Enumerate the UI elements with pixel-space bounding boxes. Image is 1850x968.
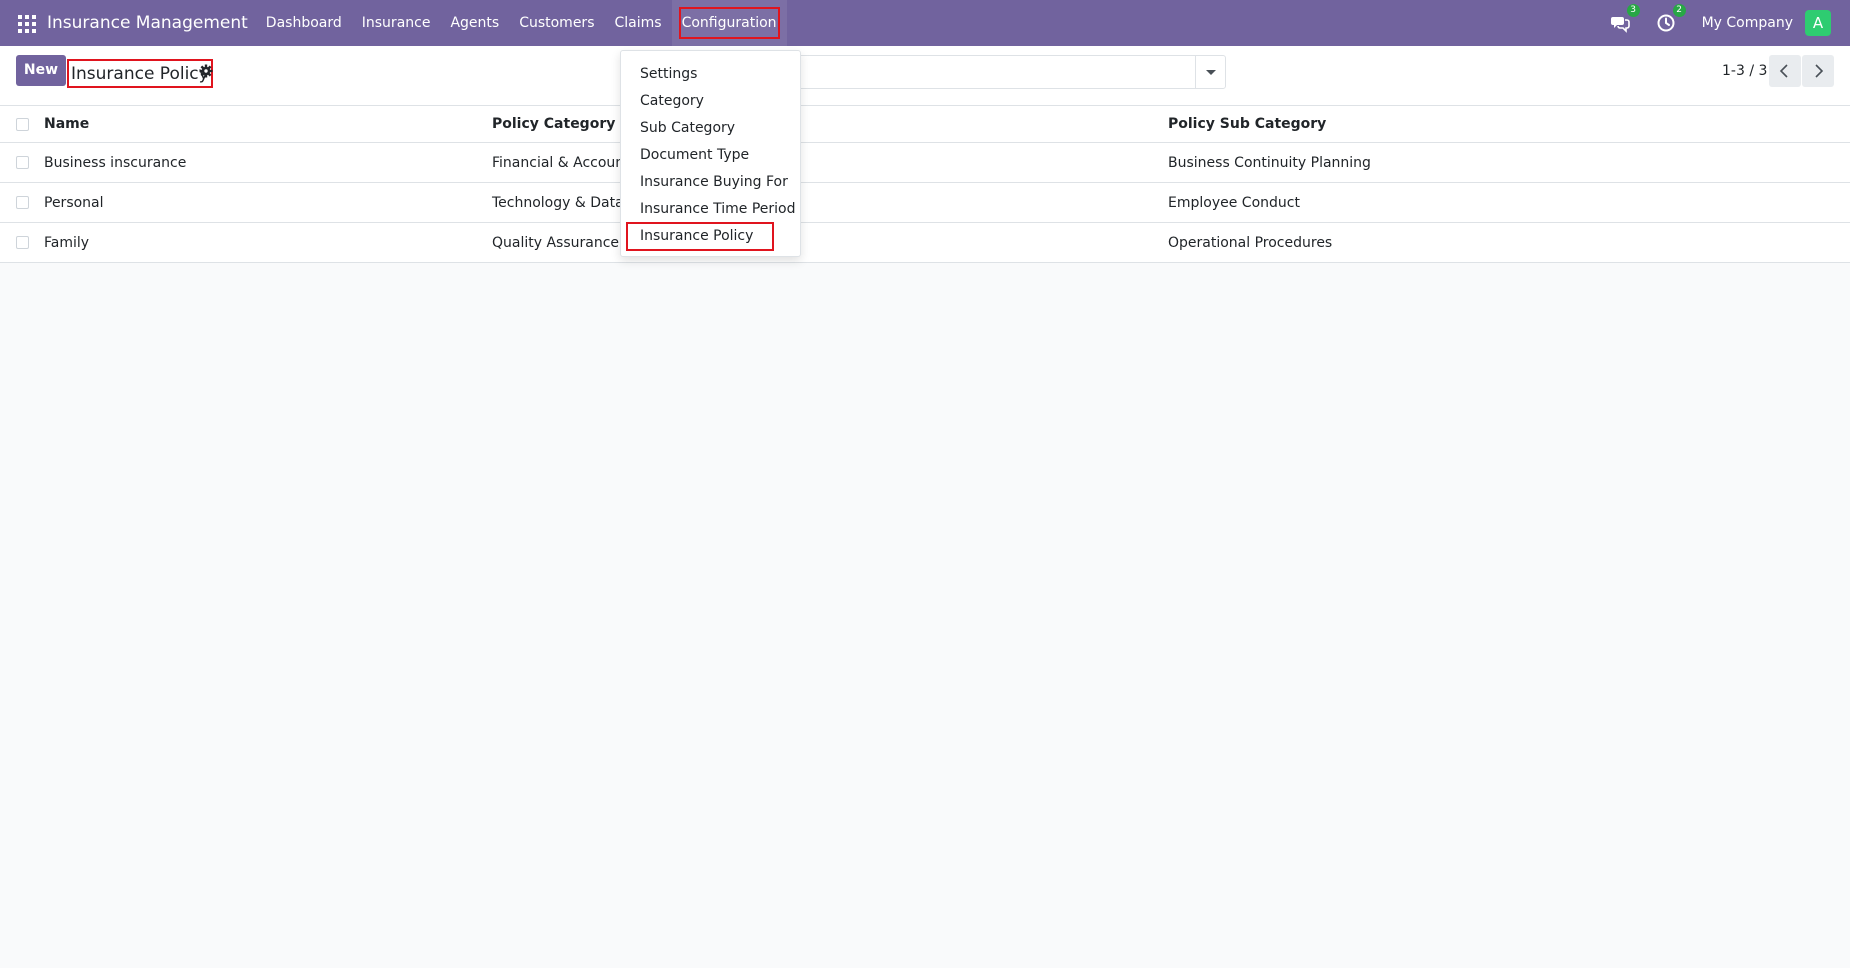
select-all-checkbox[interactable]	[16, 118, 29, 131]
column-header-name[interactable]: Name	[44, 106, 89, 143]
dropdown-item-insurance-time-period[interactable]: Insurance Time Period	[621, 196, 800, 223]
column-header-policy-sub-category[interactable]: Policy Sub Category	[1168, 106, 1326, 143]
top-navbar: Insurance Management Dashboard Insurance…	[0, 0, 1850, 46]
dropdown-item-sub-category[interactable]: Sub Category	[621, 115, 800, 142]
company-switcher[interactable]: My Company	[1702, 15, 1793, 31]
search-options-toggle[interactable]	[1195, 56, 1225, 88]
breadcrumb: Insurance Policy	[67, 59, 213, 88]
dropdown-item-insurance-policy[interactable]: Insurance Policy	[626, 222, 774, 251]
row-checkbox[interactable]	[16, 156, 29, 169]
dropdown-item-document-type[interactable]: Document Type	[621, 142, 800, 169]
pager-value[interactable]: 1-3 / 3	[1722, 63, 1767, 79]
menu-agents[interactable]: Agents	[440, 0, 509, 46]
row-checkbox[interactable]	[16, 196, 29, 209]
table-row[interactable]: Personal Technology & Data Usage Employe…	[0, 183, 1850, 223]
clock-icon[interactable]: 2	[1656, 4, 1686, 33]
configuration-dropdown: Settings Category Sub Category Document …	[620, 50, 801, 257]
column-header-policy-category[interactable]: Policy Category	[492, 106, 615, 143]
cell-policy-sub-category: Operational Procedures	[1168, 235, 1333, 251]
gear-icon[interactable]	[199, 64, 213, 78]
menu-dashboard[interactable]: Dashboard	[256, 0, 352, 46]
cell-name: Business inscurance	[44, 155, 187, 171]
pager-next-button[interactable]	[1802, 55, 1834, 87]
menu-claims[interactable]: Claims	[605, 0, 672, 46]
pager-previous-button[interactable]	[1769, 55, 1801, 87]
cell-name: Family	[44, 235, 90, 251]
new-button[interactable]: New	[16, 55, 66, 86]
chat-icon[interactable]: 3	[1610, 4, 1640, 33]
activities-badge: 2	[1672, 4, 1686, 17]
dropdown-item-insurance-buying-for[interactable]: Insurance Buying For	[621, 169, 800, 196]
chevron-right-icon	[1815, 64, 1824, 78]
cell-policy-sub-category: Employee Conduct	[1168, 195, 1300, 211]
cell-policy-sub-category: Business Continuity Planning	[1168, 155, 1371, 171]
policy-list: Name Policy Category Policy Sub Category…	[0, 106, 1850, 263]
systray: 3 2 My Company A	[1610, 0, 1850, 46]
messages-badge: 3	[1626, 4, 1640, 17]
apps-grid-icon[interactable]	[17, 13, 37, 33]
chevron-left-icon	[1779, 64, 1788, 78]
cell-policy-category: Quality Assurance	[492, 235, 620, 251]
user-avatar[interactable]: A	[1805, 10, 1831, 36]
menu-insurance[interactable]: Insurance	[352, 0, 441, 46]
table-row[interactable]: Business inscurance Financial & Accounti…	[0, 143, 1850, 183]
cell-name: Personal	[44, 195, 104, 211]
row-checkbox[interactable]	[16, 236, 29, 249]
menu-customers[interactable]: Customers	[509, 0, 604, 46]
dropdown-item-category[interactable]: Category	[621, 88, 800, 115]
app-title[interactable]: Insurance Management	[47, 13, 248, 33]
main-menu: Dashboard Insurance Agents Customers Cla…	[256, 0, 787, 46]
table-header: Name Policy Category Policy Sub Category	[0, 106, 1850, 143]
table-row[interactable]: Family Quality Assurance Operational Pro…	[0, 223, 1850, 263]
menu-configuration[interactable]: Configuration	[671, 0, 787, 46]
control-panel: New Insurance Policy 1-3 / 3	[0, 46, 1850, 106]
dropdown-item-settings[interactable]: Settings	[621, 61, 800, 88]
